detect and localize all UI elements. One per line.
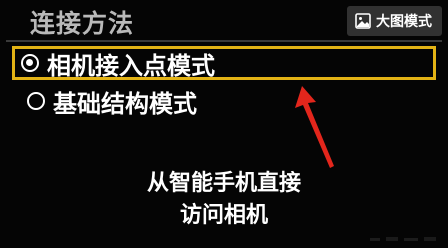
- title-divider: [6, 40, 442, 42]
- big-image-mode-button[interactable]: 大图模式: [347, 6, 442, 36]
- description-line-1: 从智能手机直接: [146, 171, 301, 196]
- page-title: 连接方法: [30, 9, 135, 38]
- menu-item-label: 基础结构模式: [53, 89, 197, 118]
- description-line-2: 访问相机: [179, 203, 268, 228]
- radio-checked-icon: [21, 54, 39, 72]
- mode-description: 从智能手机直接 访问相机: [100, 168, 348, 232]
- menu-item-access-point-mode[interactable]: 相机接入点模式: [12, 46, 436, 80]
- image-icon: [355, 13, 371, 29]
- menu-item-label: 相机接入点模式: [47, 51, 215, 80]
- camera-menu-screen: 连接方法 大图模式 相机接入点模式 基础结构模式 从智能手机直接 访问相机: [0, 0, 448, 248]
- annotation-arrow-icon: [295, 86, 334, 168]
- big-image-mode-label: 大图模式: [376, 14, 432, 30]
- watermark-marks: [370, 237, 436, 241]
- menu-item-infrastructure-mode[interactable]: 基础结构模式: [18, 86, 197, 118]
- radio-unchecked-icon: [27, 92, 45, 110]
